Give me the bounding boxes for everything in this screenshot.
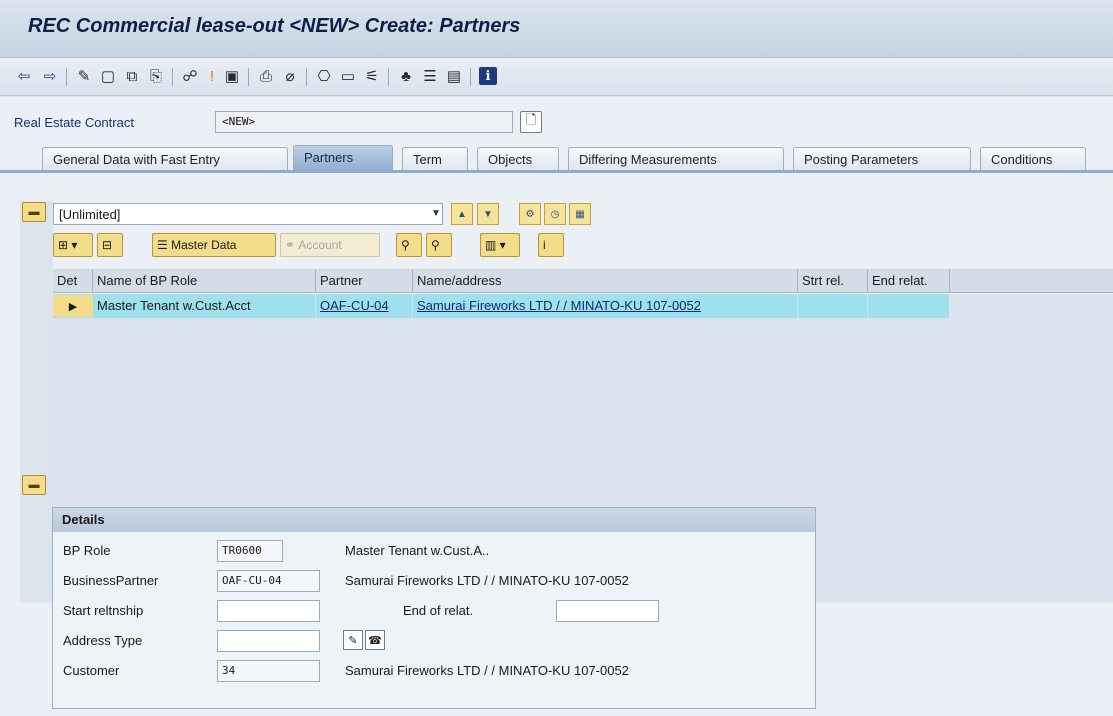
toolbar-separator: [248, 68, 249, 86]
start-relationship-label: Start reltnship: [63, 603, 144, 618]
bp-role-text: Master Tenant w.Cust.A..: [345, 543, 490, 558]
business-partner-text: Samurai Fireworks LTD / / MINATO-KU 107-…: [345, 573, 629, 588]
cell-start-rel[interactable]: [798, 294, 868, 318]
toolbar-separator: [470, 68, 471, 86]
tab-objects[interactable]: Objects: [477, 147, 559, 171]
address-type-label: Address Type: [63, 633, 143, 648]
dropdown-arrow-icon[interactable]: ▼: [431, 208, 441, 219]
toolbar-separator: [66, 68, 67, 86]
save-icon[interactable]: ▣: [222, 66, 242, 86]
layout-grid-icon[interactable]: ▦: [569, 203, 591, 225]
filter-select[interactable]: [Unlimited]: [53, 203, 443, 225]
address-link[interactable]: Samurai Fireworks LTD / / MINATO-KU 107-…: [417, 298, 701, 313]
column-header-role[interactable]: Name of BP Role: [93, 269, 316, 293]
title-bar: REC Commercial lease-out <NEW> Create: P…: [0, 0, 1113, 58]
toolbar-separator: [172, 68, 173, 86]
tab-partners[interactable]: Partners: [293, 145, 393, 172]
back-icon[interactable]: ⇦: [14, 66, 34, 86]
bp-role-label: BP Role: [63, 543, 111, 558]
details-collapse-icon[interactable]: ▬: [22, 475, 46, 495]
window-icon[interactable]: ▤: [444, 66, 464, 86]
customer-label: Customer: [63, 663, 120, 678]
window-title: REC Commercial lease-out <NEW> Create: P…: [28, 15, 521, 37]
master-data-icon: ☰: [157, 238, 172, 252]
tab-underline: [0, 170, 1113, 173]
scroll-up-icon[interactable]: ▲: [451, 203, 473, 225]
cell-end-rel[interactable]: [868, 294, 949, 318]
details-info-icon[interactable]: i: [538, 233, 564, 257]
start-relationship-field[interactable]: [217, 600, 320, 622]
main-content: Real Estate Contract <NEW> 🗋 General Dat…: [0, 97, 1113, 716]
master-data-button[interactable]: ☰ Master Data: [152, 233, 276, 257]
delete-row-icon[interactable]: ⊟: [97, 233, 123, 257]
business-partner-label: BusinessPartner: [63, 573, 159, 588]
details-panel: Details BP Role TR0600 Master Tenant w.C…: [52, 507, 816, 709]
insert-row-icon[interactable]: ⊞ ▾: [53, 233, 93, 257]
tab-posting-parameters[interactable]: Posting Parameters: [793, 147, 971, 171]
copy-icon[interactable]: ⧉: [122, 66, 142, 86]
account-icon: ⚭: [285, 238, 299, 252]
contract-label: Real Estate Contract: [14, 115, 134, 130]
end-relationship-field[interactable]: [556, 600, 659, 622]
end-relationship-label: End of relat.: [403, 603, 474, 618]
tab-general-data[interactable]: General Data with Fast Entry: [42, 147, 288, 171]
history-icon[interactable]: ⚟: [362, 66, 382, 86]
grid-header: Det Name of BP Role Partner Name/address…: [53, 269, 1113, 293]
edit-icon[interactable]: ✎: [74, 66, 94, 86]
find-icon[interactable]: ⚲: [396, 233, 422, 257]
print-icon[interactable]: ⌀: [280, 66, 300, 86]
table-row[interactable]: ▶ Master Tenant w.Cust.Acct OAF-CU-04 Sa…: [53, 294, 949, 318]
forward-icon[interactable]: ⇨: [40, 66, 60, 86]
column-header-partner[interactable]: Partner: [316, 269, 413, 293]
link-icon[interactable]: ⎔: [314, 66, 334, 86]
address-type-field[interactable]: [217, 630, 320, 652]
cell-address[interactable]: Samurai Fireworks LTD / / MINATO-KU 107-…: [413, 294, 798, 318]
column-settings-icon[interactable]: ▥ ▾: [480, 233, 520, 257]
check-icon[interactable]: ⎙: [256, 66, 276, 86]
row-select-arrow-icon[interactable]: ▶: [53, 295, 93, 317]
tab-differing-measurements[interactable]: Differing Measurements: [568, 147, 784, 171]
address-edit-icon[interactable]: ✎: [343, 630, 363, 650]
toolbar-separator: [388, 68, 389, 86]
partner-link[interactable]: OAF-CU-04: [320, 298, 389, 313]
display-icon[interactable]: ⎘: [146, 66, 166, 86]
address-phone-icon[interactable]: ☎: [365, 630, 385, 650]
hierarchy-icon[interactable]: ♣: [396, 66, 416, 86]
find-next-icon[interactable]: ⚲: [426, 233, 452, 257]
customer-field[interactable]: 34: [217, 660, 320, 682]
column-header-start[interactable]: Strt rel.: [798, 269, 868, 293]
master-data-label: Master Data: [171, 238, 237, 252]
create-icon[interactable]: ▢: [98, 66, 118, 86]
relations-icon[interactable]: ☍: [180, 66, 200, 86]
grid-left-gutter: [20, 201, 53, 603]
account-label: Account: [298, 238, 342, 252]
document-icon[interactable]: 🗋: [520, 111, 542, 133]
application-toolbar: ⇦ ⇨ ✎ ▢ ⧉ ⎘ ☍ ! ▣ ⎙ ⌀ ⎔ ▭ ⚟ ♣ ☰ ▤ i: [0, 58, 1113, 96]
account-button[interactable]: ⚭ Account: [280, 233, 380, 257]
warning-icon[interactable]: !: [202, 66, 222, 86]
business-partner-field[interactable]: OAF-CU-04: [217, 570, 320, 592]
layout-icon[interactable]: ▭: [338, 66, 358, 86]
column-header-end[interactable]: End relat.: [868, 269, 950, 293]
column-header-det[interactable]: Det: [53, 269, 93, 293]
clock-icon[interactable]: ◷: [544, 203, 566, 225]
bp-role-field[interactable]: TR0600: [217, 540, 283, 562]
cell-bp-role: Master Tenant w.Cust.Acct: [93, 294, 316, 318]
report-icon[interactable]: ☰: [420, 66, 440, 86]
customer-text: Samurai Fireworks LTD / / MINATO-KU 107-…: [345, 663, 629, 678]
tab-strip: General Data with Fast Entry Partners Te…: [0, 141, 1113, 173]
tab-term[interactable]: Term: [402, 147, 468, 171]
column-header-address[interactable]: Name/address: [413, 269, 798, 293]
toolbar-separator: [306, 68, 307, 86]
cell-partner[interactable]: OAF-CU-04: [316, 294, 413, 318]
info-icon[interactable]: i: [479, 67, 497, 85]
scroll-down-icon[interactable]: ▼: [477, 203, 499, 225]
collapse-icon[interactable]: ▬: [22, 202, 46, 222]
tab-conditions[interactable]: Conditions: [980, 147, 1086, 171]
grid-settings-icon[interactable]: ⚙: [519, 203, 541, 225]
contract-number-field[interactable]: <NEW>: [215, 111, 513, 133]
details-title: Details: [53, 508, 815, 532]
